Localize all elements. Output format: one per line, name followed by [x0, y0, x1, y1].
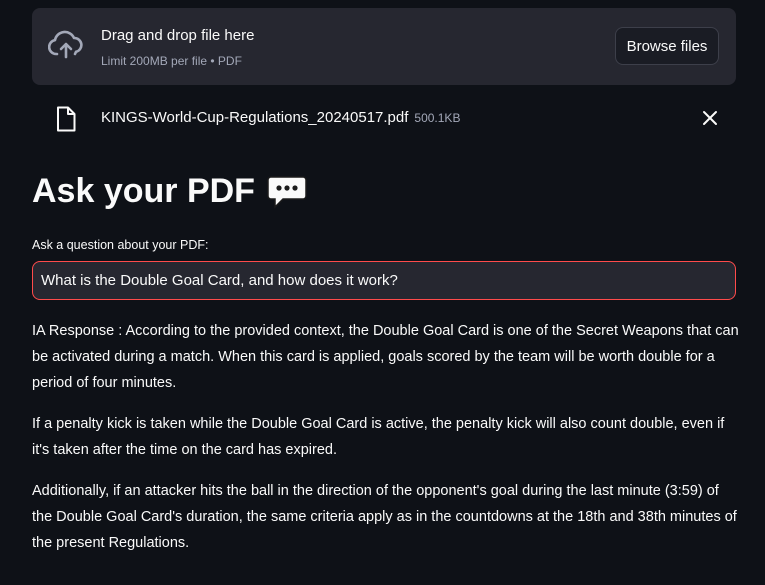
- ai-response: IA Response : According to the provided …: [32, 318, 740, 571]
- dropzone-limit-text: Limit 200MB per file • PDF: [101, 54, 242, 68]
- page-title: Ask your PDF: [32, 172, 255, 210]
- file-dropzone[interactable]: Drag and drop file here Limit 200MB per …: [32, 8, 736, 85]
- dropzone-title: Drag and drop file here: [101, 27, 255, 44]
- file-name-container: KINGS-World-Cup-Regulations_20240517.pdf…: [101, 109, 460, 126]
- file-name: KINGS-World-Cup-Regulations_20240517.pdf: [101, 109, 409, 126]
- cloud-upload-icon: [48, 30, 83, 59]
- file-size: 500.1KB: [414, 111, 461, 125]
- question-input[interactable]: What is the Double Goal Card, and how do…: [32, 261, 736, 300]
- speech-bubble-icon: [267, 175, 307, 209]
- uploaded-file-row: KINGS-World-Cup-Regulations_20240517.pdf…: [32, 100, 736, 136]
- response-paragraph: If a penalty kick is taken while the Dou…: [32, 416, 725, 458]
- question-label: Ask a question about your PDF:: [32, 238, 209, 252]
- response-paragraph: Additionally, if an attacker hits the ba…: [32, 483, 737, 551]
- page-title-container: Ask your PDF: [32, 172, 307, 211]
- file-icon: [57, 106, 76, 132]
- question-input-value: What is the Double Goal Card, and how do…: [41, 272, 398, 289]
- close-icon[interactable]: [702, 110, 718, 126]
- response-paragraph: IA Response : According to the provided …: [32, 323, 739, 391]
- browse-files-button[interactable]: Browse files: [615, 27, 719, 65]
